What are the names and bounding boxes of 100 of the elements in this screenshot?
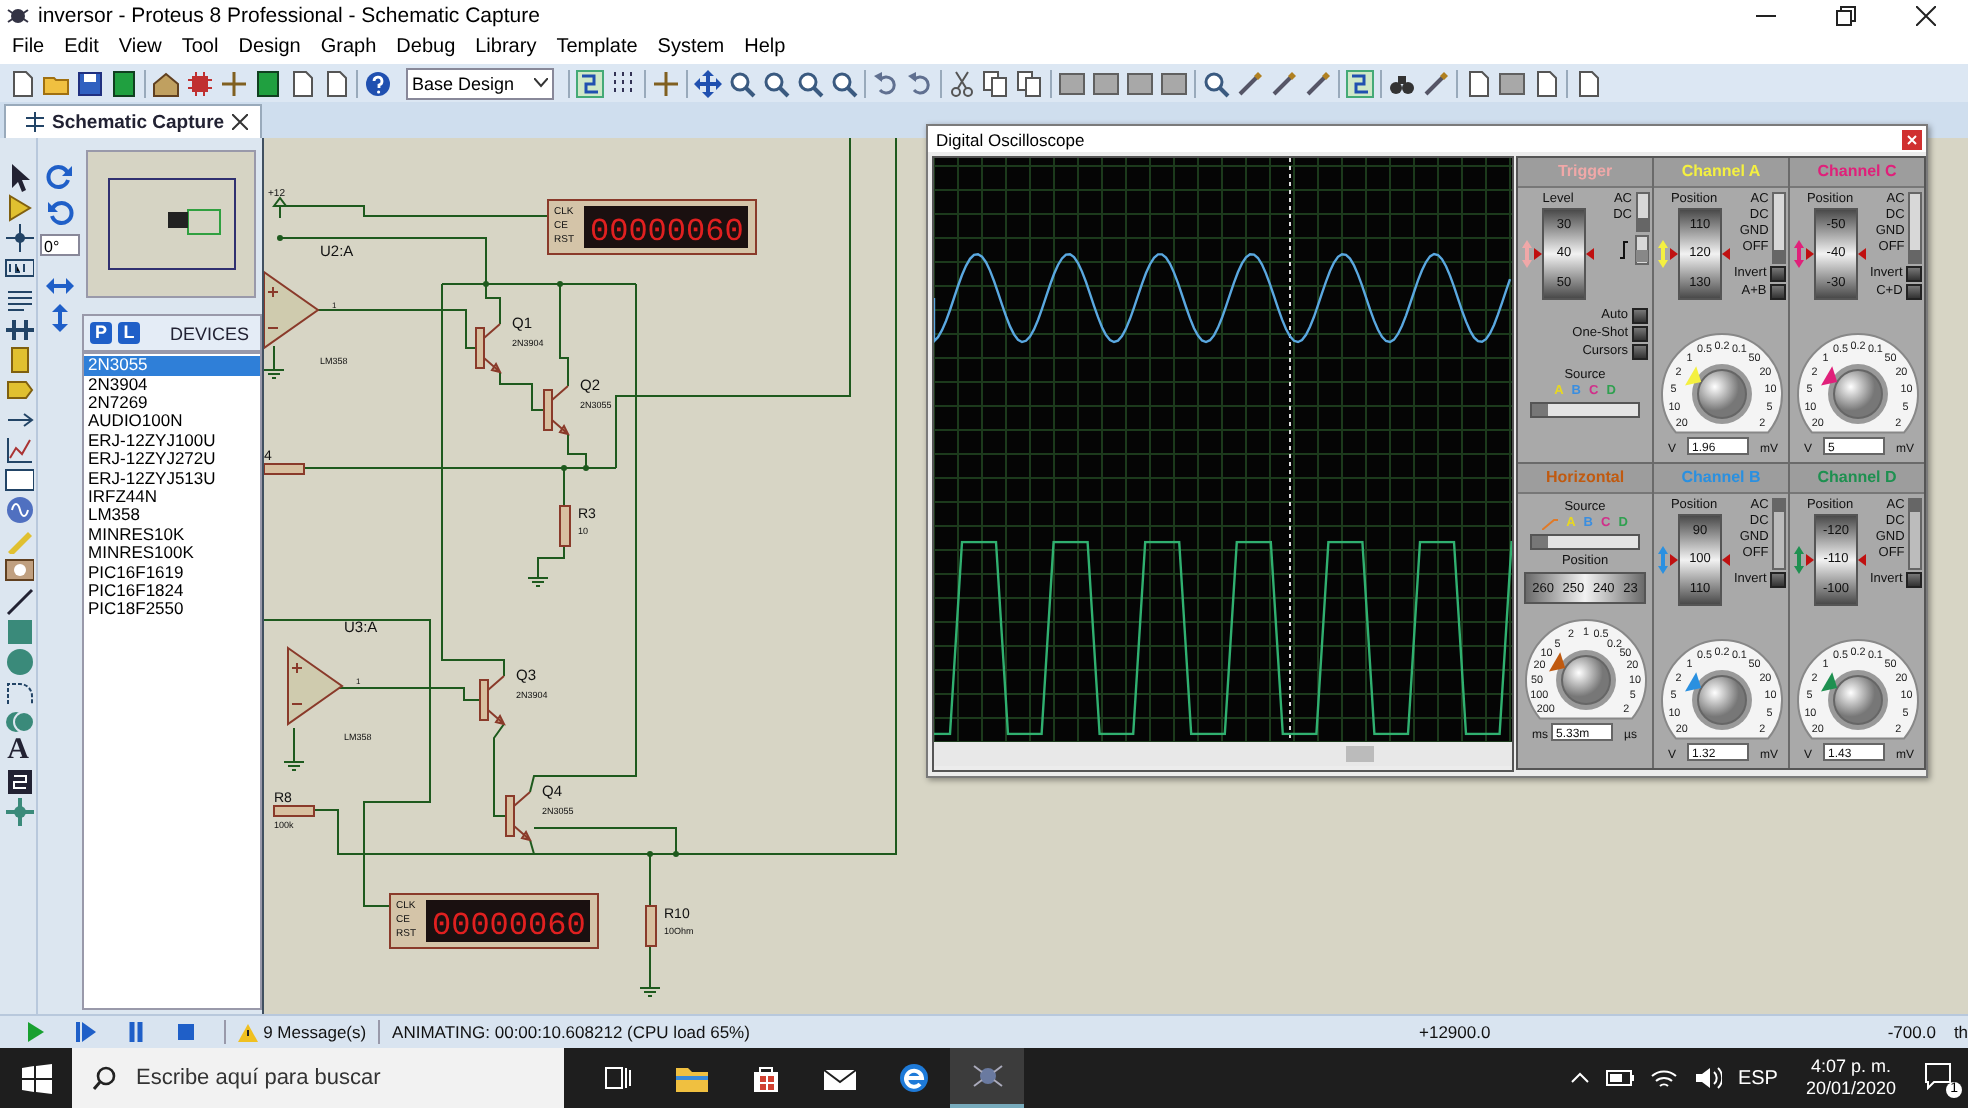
dial-knob[interactable] bbox=[1827, 364, 1887, 424]
mirror-horizontal-icon[interactable] bbox=[46, 276, 74, 297]
save-icon[interactable] bbox=[76, 69, 104, 97]
design-dropdown[interactable]: Base Design bbox=[406, 67, 554, 99]
device-item[interactable]: AUDIO100N bbox=[84, 412, 260, 432]
magnifier-icon[interactable] bbox=[1202, 69, 1230, 97]
device-item[interactable]: IRFZ44N bbox=[84, 488, 260, 507]
device-item[interactable]: ERJ-12ZYJ100U bbox=[84, 431, 260, 451]
line-tool-icon[interactable] bbox=[3, 585, 33, 615]
menu-item[interactable]: Debug bbox=[386, 36, 466, 59]
mirror-vertical-icon[interactable] bbox=[50, 304, 70, 333]
page-icon[interactable] bbox=[322, 69, 350, 97]
grid-icon[interactable] bbox=[610, 69, 638, 97]
marker-icon[interactable] bbox=[3, 796, 33, 827]
dial-knob[interactable] bbox=[1691, 670, 1751, 730]
toggle-button[interactable] bbox=[1906, 572, 1923, 588]
device-item[interactable]: 2N3904 bbox=[84, 375, 260, 394]
junction-dot-icon[interactable] bbox=[3, 222, 33, 253]
zoom-area-icon[interactable] bbox=[830, 69, 858, 97]
speaker-icon[interactable] bbox=[1693, 1066, 1722, 1090]
crosshair-icon[interactable] bbox=[652, 69, 680, 97]
wand-icon[interactable] bbox=[1422, 69, 1450, 97]
wifi-icon[interactable] bbox=[1649, 1066, 1678, 1090]
home-icon[interactable] bbox=[152, 69, 180, 97]
tape-icon[interactable] bbox=[3, 464, 33, 495]
block-icon[interactable] bbox=[1092, 69, 1120, 97]
app-bug-icon[interactable] bbox=[969, 1060, 1005, 1092]
wand-icon[interactable] bbox=[1270, 69, 1298, 97]
horizontal-scrollbar[interactable] bbox=[934, 742, 1512, 766]
chip-icon[interactable] bbox=[186, 69, 214, 97]
library-button[interactable]: L bbox=[118, 322, 140, 345]
cut-icon[interactable] bbox=[948, 69, 976, 97]
page-icon[interactable] bbox=[288, 69, 316, 97]
coupling-switch[interactable] bbox=[1908, 192, 1923, 264]
wand-icon[interactable] bbox=[1304, 69, 1332, 97]
dial-knob[interactable] bbox=[1691, 364, 1751, 424]
device-item[interactable]: MINRES100K bbox=[84, 544, 260, 564]
menu-item[interactable]: File bbox=[2, 36, 55, 59]
block-icon[interactable] bbox=[1160, 69, 1188, 97]
dial-knob[interactable] bbox=[1827, 670, 1887, 730]
board-icon[interactable] bbox=[254, 69, 282, 97]
device-item[interactable]: PIC16F1619 bbox=[84, 563, 260, 583]
device-item[interactable]: 2N3055 bbox=[84, 356, 260, 376]
menu-item[interactable]: Template bbox=[546, 36, 648, 59]
device-item[interactable]: ERJ-12ZYJ272U bbox=[84, 450, 260, 470]
menu-item[interactable]: Design bbox=[228, 36, 311, 59]
folder-icon[interactable] bbox=[673, 1062, 709, 1094]
zoom-all-icon[interactable] bbox=[796, 69, 824, 97]
page-icon[interactable] bbox=[1574, 69, 1602, 97]
instrument-icon[interactable] bbox=[3, 554, 33, 585]
zoom-in-icon[interactable] bbox=[728, 69, 756, 97]
pause-icon[interactable] bbox=[126, 1022, 147, 1043]
device-item[interactable]: PIC16F1824 bbox=[84, 582, 260, 601]
chevron-up-icon[interactable] bbox=[1569, 1072, 1590, 1084]
crosshair-icon[interactable] bbox=[220, 69, 248, 97]
graph-icon[interactable] bbox=[3, 434, 33, 465]
toggle-button[interactable] bbox=[1770, 572, 1787, 588]
block-icon[interactable] bbox=[1498, 69, 1526, 97]
dial-knob[interactable] bbox=[1555, 650, 1615, 710]
block-icon[interactable] bbox=[1058, 69, 1086, 97]
messages-count[interactable]: 9 Message(s) bbox=[263, 1022, 367, 1043]
coupling-switch[interactable] bbox=[1636, 192, 1650, 232]
browser-icon[interactable] bbox=[895, 1062, 931, 1094]
board-icon[interactable] bbox=[110, 69, 138, 97]
rotate-clockwise-icon[interactable] bbox=[46, 162, 74, 191]
menu-item[interactable]: Edit bbox=[54, 36, 109, 59]
close-icon[interactable] bbox=[232, 114, 249, 131]
restore-icon[interactable] bbox=[1836, 5, 1856, 26]
device-item[interactable]: LM358 bbox=[84, 506, 260, 526]
help-icon[interactable] bbox=[364, 69, 392, 97]
symbol-icon[interactable] bbox=[3, 765, 33, 796]
angle-field[interactable]: 0° bbox=[40, 234, 80, 257]
redo-icon[interactable] bbox=[906, 69, 934, 97]
play-icon[interactable] bbox=[26, 1022, 47, 1043]
text-tool-button[interactable]: A bbox=[7, 735, 29, 766]
undo-icon[interactable] bbox=[872, 69, 900, 97]
device-item[interactable]: MINRES10K bbox=[84, 525, 260, 545]
menu-item[interactable]: Graph bbox=[310, 36, 387, 59]
search-field[interactable]: Escribe aquí para buscar bbox=[72, 1048, 564, 1108]
component-icon[interactable] bbox=[3, 192, 33, 223]
page-icon[interactable] bbox=[1532, 69, 1560, 97]
wand-icon[interactable] bbox=[1236, 69, 1264, 97]
move-icon[interactable] bbox=[694, 69, 722, 97]
paste-icon[interactable] bbox=[1016, 69, 1044, 97]
stop-icon[interactable] bbox=[176, 1022, 197, 1043]
close-icon[interactable] bbox=[1916, 5, 1936, 26]
edge-switch-icon[interactable] bbox=[1618, 234, 1650, 266]
rotate-anticlockwise-icon[interactable] bbox=[46, 198, 74, 227]
task-view-icon[interactable] bbox=[599, 1062, 635, 1094]
coupling-switch[interactable] bbox=[1772, 192, 1787, 264]
library-button[interactable]: P bbox=[90, 322, 112, 345]
zoom-out-icon[interactable] bbox=[762, 69, 790, 97]
clock[interactable]: 4:07 p. m. 20/01/2020 bbox=[1805, 1056, 1896, 1100]
generator-icon[interactable] bbox=[3, 494, 33, 525]
source-slider-thumb[interactable] bbox=[1532, 536, 1548, 548]
windows-logo-icon[interactable] bbox=[21, 1063, 51, 1093]
new-page-icon[interactable] bbox=[8, 69, 36, 97]
device-item[interactable]: ERJ-12ZYJ513U bbox=[84, 469, 260, 489]
menu-item[interactable]: Tool bbox=[171, 36, 229, 59]
copy-icon[interactable] bbox=[982, 69, 1010, 97]
